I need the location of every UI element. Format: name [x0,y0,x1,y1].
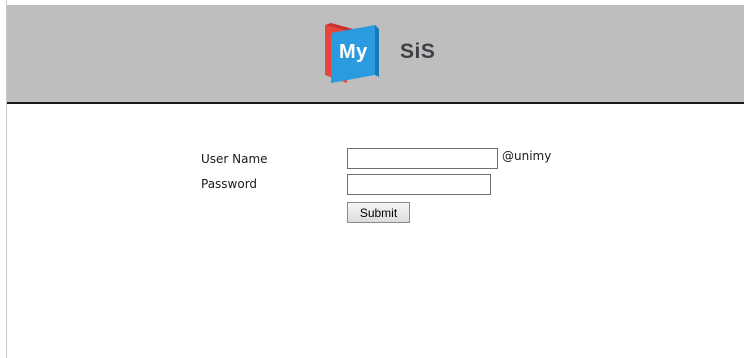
mysis-logo: My SiS [317,21,447,85]
username-label: User Name [201,152,268,166]
password-label: Password [201,177,258,191]
username-domain-suffix: @unimy [502,149,552,163]
submit-button[interactable]: Submit [347,202,410,223]
logo-text-my: My [339,41,368,63]
login-page: My SiS User Name @unimy Password Submit [0,0,744,358]
logo-text-sis: SiS [400,40,436,63]
site-header: My SiS [7,5,744,104]
username-input[interactable] [347,148,498,169]
left-border [0,0,7,358]
password-input[interactable] [347,174,491,195]
